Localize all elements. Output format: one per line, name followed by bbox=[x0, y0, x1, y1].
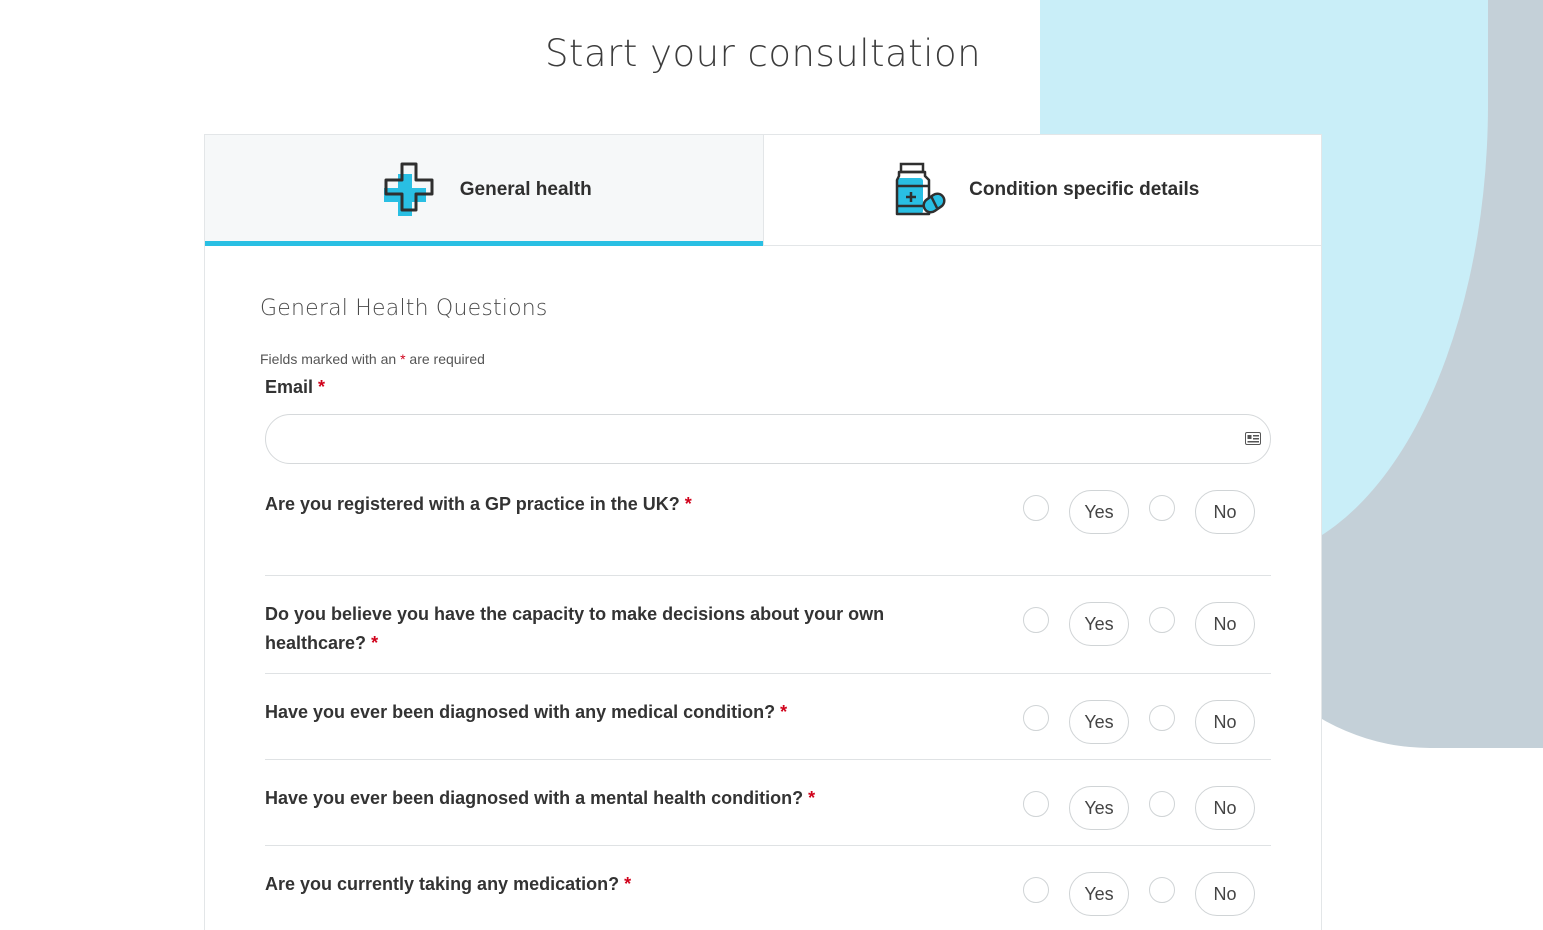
question-label: Do you believe you have the capacity to … bbox=[265, 604, 885, 653]
question-text: Are you registered with a GP practice in… bbox=[265, 490, 885, 519]
radio-yes[interactable] bbox=[1023, 791, 1049, 817]
yes-button[interactable]: Yes bbox=[1069, 602, 1129, 646]
question-label: Have you ever been diagnosed with a ment… bbox=[265, 788, 804, 808]
tab-bar: General health Condition specific detail… bbox=[205, 135, 1321, 246]
answer-options: Yes No bbox=[1023, 602, 1255, 646]
question-decision-capacity: Do you believe you have the capacity to … bbox=[265, 576, 1271, 674]
yes-button[interactable]: Yes bbox=[1069, 872, 1129, 916]
answer-options: Yes No bbox=[1023, 872, 1255, 916]
radio-yes[interactable] bbox=[1023, 705, 1049, 731]
page: Start your consultation General health C… bbox=[0, 0, 1543, 930]
question-medical-condition: Have you ever been diagnosed with any me… bbox=[265, 674, 1271, 760]
required-star: * bbox=[808, 788, 816, 808]
page-title: Start your consultation bbox=[544, 32, 982, 75]
required-note-suffix: are required bbox=[409, 351, 485, 367]
tab-condition-label: Condition specific details bbox=[969, 179, 1200, 200]
no-button[interactable]: No bbox=[1195, 490, 1255, 534]
question-text: Have you ever been diagnosed with any me… bbox=[265, 698, 885, 727]
radio-yes[interactable] bbox=[1023, 877, 1049, 903]
radio-no[interactable] bbox=[1149, 705, 1175, 731]
tab-condition-specific-details[interactable]: Condition specific details bbox=[762, 135, 1322, 245]
question-label: Are you registered with a GP practice in… bbox=[265, 494, 680, 514]
required-fields-note: Fields marked with an * are required bbox=[260, 351, 1266, 367]
yes-button[interactable]: Yes bbox=[1069, 786, 1129, 830]
answer-options: Yes No bbox=[1023, 490, 1255, 534]
radio-no[interactable] bbox=[1149, 791, 1175, 817]
question-gp-registered: Are you registered with a GP practice in… bbox=[265, 490, 1271, 576]
tab-general-health-label: General health bbox=[459, 179, 592, 200]
radio-no[interactable] bbox=[1149, 607, 1175, 633]
question-text: Do you believe you have the capacity to … bbox=[265, 600, 885, 658]
consultation-card: General health Condition specific detail… bbox=[204, 134, 1322, 930]
required-star: * bbox=[624, 874, 632, 894]
email-label: Email * bbox=[265, 377, 1266, 398]
yes-button[interactable]: Yes bbox=[1069, 700, 1129, 744]
no-button[interactable]: No bbox=[1195, 602, 1255, 646]
required-note-prefix: Fields marked with an bbox=[260, 351, 397, 367]
question-medication: Are you currently taking any medication?… bbox=[265, 846, 1271, 930]
medical-cross-icon bbox=[383, 162, 434, 216]
question-label: Are you currently taking any medication? bbox=[265, 874, 620, 894]
question-text: Are you currently taking any medication?… bbox=[265, 870, 885, 899]
section-title: General Health Questions bbox=[260, 296, 548, 321]
question-label: Have you ever been diagnosed with any me… bbox=[265, 702, 776, 722]
radio-no[interactable] bbox=[1149, 495, 1175, 521]
no-button[interactable]: No bbox=[1195, 786, 1255, 830]
email-label-text: Email bbox=[265, 377, 314, 397]
email-field-wrapper bbox=[265, 414, 1271, 464]
question-mental-health: Have you ever been diagnosed with a ment… bbox=[265, 760, 1271, 846]
email-field[interactable] bbox=[265, 414, 1271, 464]
medicine-bottle-icon bbox=[895, 162, 946, 216]
required-star: * bbox=[684, 494, 692, 514]
radio-yes[interactable] bbox=[1023, 495, 1049, 521]
radio-yes[interactable] bbox=[1023, 607, 1049, 633]
required-star: * bbox=[371, 633, 379, 653]
no-button[interactable]: No bbox=[1195, 700, 1255, 744]
yes-button[interactable]: Yes bbox=[1069, 490, 1129, 534]
contact-card-icon[interactable] bbox=[1245, 432, 1261, 445]
form-content: General Health Questions Fields marked w… bbox=[205, 246, 1321, 930]
required-star: * bbox=[318, 377, 326, 397]
answer-options: Yes No bbox=[1023, 700, 1255, 744]
no-button[interactable]: No bbox=[1195, 872, 1255, 916]
answer-options: Yes No bbox=[1023, 786, 1255, 830]
required-star: * bbox=[780, 702, 788, 722]
question-text: Have you ever been diagnosed with a ment… bbox=[265, 784, 885, 813]
required-note-star: * bbox=[400, 351, 406, 367]
radio-no[interactable] bbox=[1149, 877, 1175, 903]
tab-general-health[interactable]: General health bbox=[205, 135, 763, 246]
